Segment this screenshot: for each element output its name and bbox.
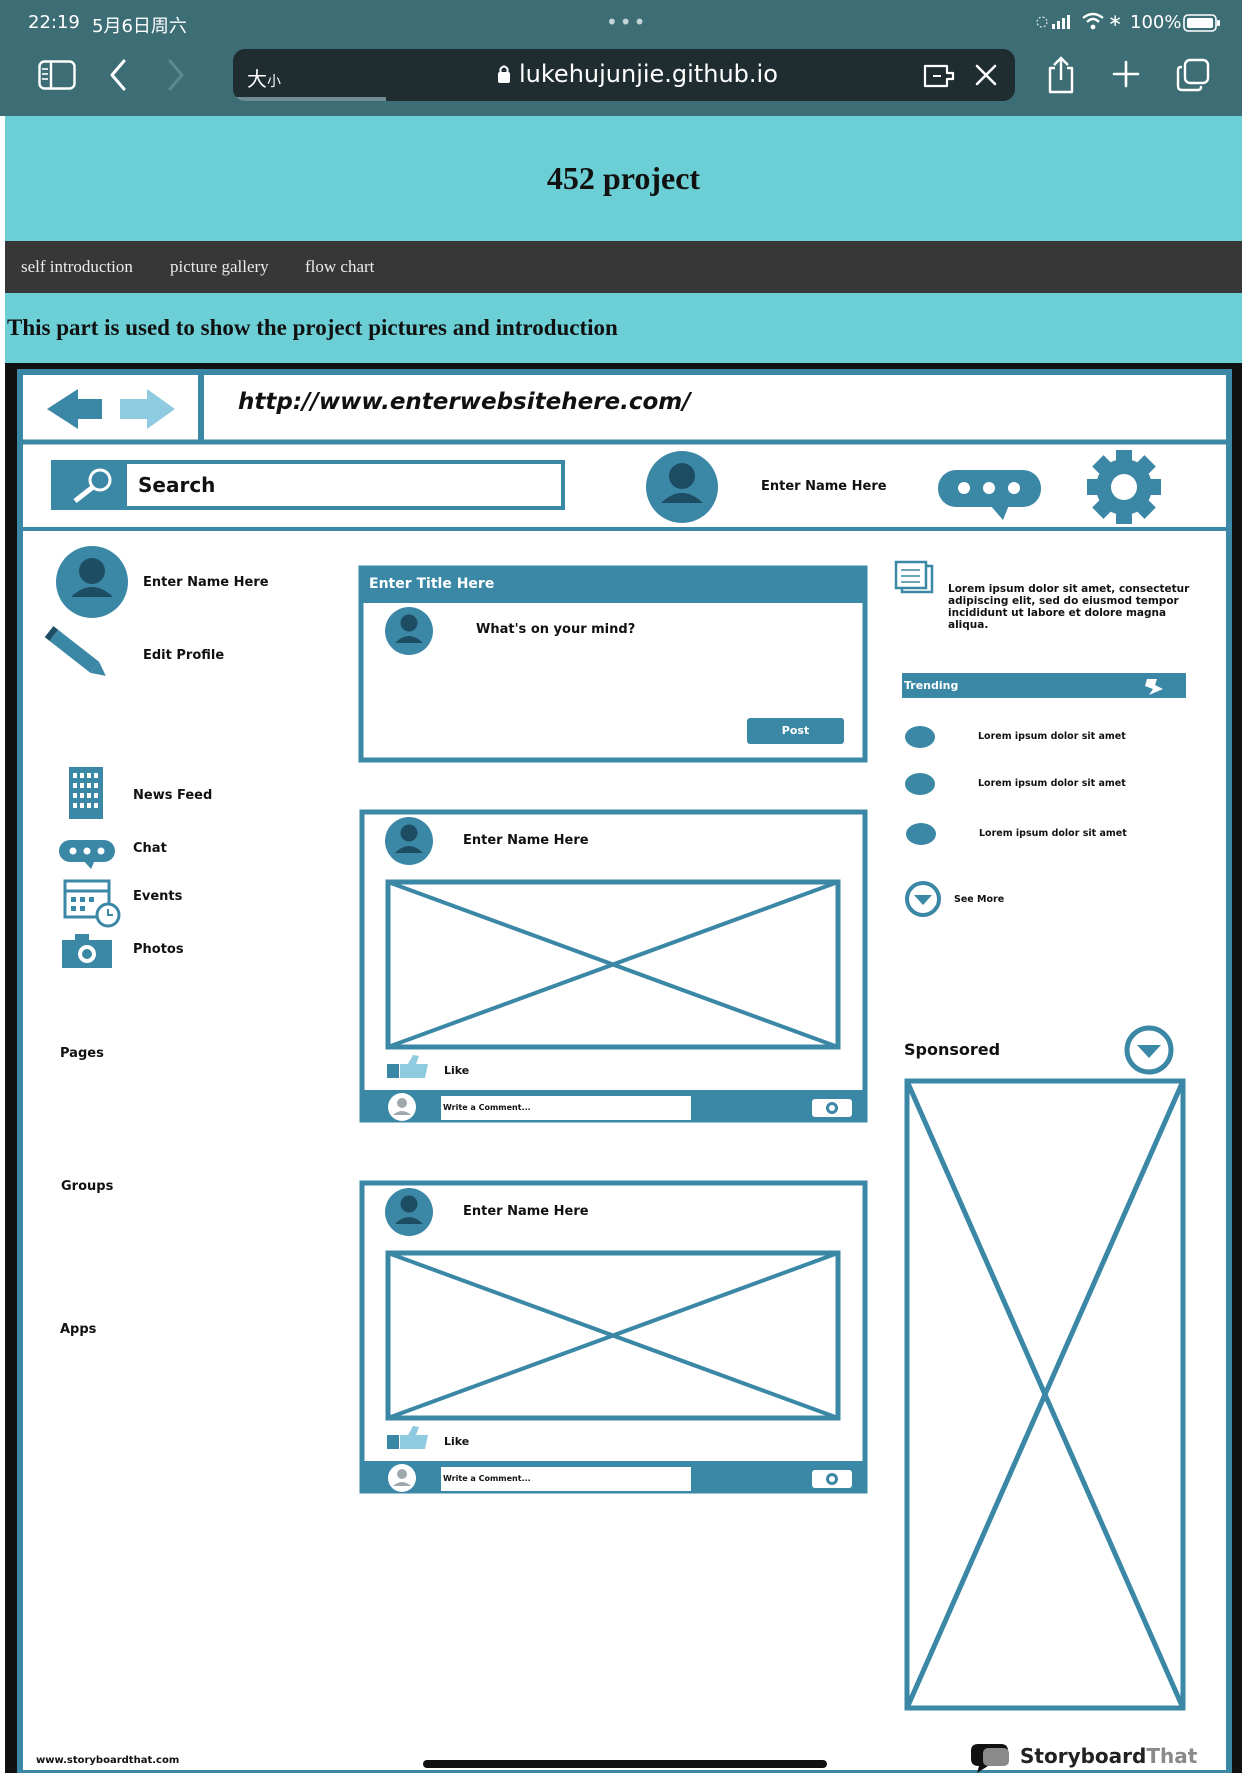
wf-profile-name: Enter Name Here bbox=[143, 575, 269, 590]
wf-section-pages: Pages bbox=[60, 1046, 104, 1061]
address-bar[interactable]: 大小 lukehujunjie.github.io bbox=[233, 49, 1015, 101]
page-title: 452 project bbox=[546, 160, 701, 196]
url-text[interactable]: lukehujunjie.github.io bbox=[519, 60, 778, 88]
logo-storyboard: Storyboard bbox=[1020, 1744, 1147, 1768]
share-icon[interactable] bbox=[1046, 56, 1076, 94]
new-tab-icon[interactable] bbox=[1112, 60, 1140, 88]
storyboardthat-logo: StoryboardThat bbox=[1020, 1744, 1197, 1768]
wf-post1-name: Enter Name Here bbox=[463, 833, 589, 848]
wf-post1-like: Like bbox=[444, 1064, 470, 1077]
wifi-icon bbox=[1082, 12, 1104, 30]
wf-trending-3: Lorem ipsum dolor sit amet bbox=[979, 828, 1127, 839]
wf-trending-1: Lorem ipsum dolor sit amet bbox=[978, 731, 1126, 742]
text-size-button[interactable]: 大小 bbox=[247, 63, 281, 92]
wf-trending-label: Trending bbox=[904, 679, 959, 692]
wf-url: http://www.enterwebsitehere.com/ bbox=[238, 389, 691, 415]
logo-that: That bbox=[1146, 1744, 1198, 1768]
wf-composer-title: Enter Title Here bbox=[369, 576, 495, 592]
wf-section-groups: Groups bbox=[61, 1179, 114, 1194]
battery-icon bbox=[1183, 14, 1221, 32]
wf-search-label: Search bbox=[138, 473, 216, 497]
wf-composer-prompt: What's on your mind? bbox=[476, 622, 636, 637]
status-date: 5月6日周六 bbox=[92, 16, 187, 37]
wireframe-image: http://www.enterwebsitehere.com/ Search … bbox=[5, 363, 1242, 1773]
site-header: 452 project bbox=[5, 116, 1242, 241]
wf-post2-comment: Write a Comment... bbox=[443, 1474, 531, 1483]
battery-percent: 100% bbox=[1130, 12, 1182, 33]
wf-post-button: Post bbox=[781, 724, 810, 737]
back-icon[interactable] bbox=[108, 58, 128, 92]
page-load-progress bbox=[233, 97, 386, 101]
forward-icon[interactable] bbox=[166, 58, 186, 92]
wf-trending-2: Lorem ipsum dolor sit amet bbox=[978, 778, 1126, 789]
wf-see-more: See More bbox=[954, 894, 1005, 905]
bluetooth-icon: ∗ bbox=[1108, 11, 1123, 31]
multitask-dots[interactable]: ••• bbox=[606, 10, 647, 34]
wf-menu-news-feed: News Feed bbox=[133, 788, 213, 803]
text-size-small: 小 bbox=[267, 74, 281, 90]
wf-footer-site: www.storyboardthat.com bbox=[36, 1755, 180, 1766]
wf-menu-photos: Photos bbox=[133, 942, 184, 957]
sidebar-icon[interactable] bbox=[38, 60, 76, 90]
nav-picture-gallery[interactable]: picture gallery bbox=[170, 257, 269, 277]
wf-section-apps: Apps bbox=[60, 1322, 97, 1337]
wf-lorem: Lorem ipsum dolor sit amet, consectetur … bbox=[948, 583, 1190, 631]
nav-self-introduction[interactable]: self introduction bbox=[21, 257, 133, 277]
nav-flow-chart[interactable]: flow chart bbox=[305, 257, 374, 277]
wf-post2-name: Enter Name Here bbox=[463, 1204, 589, 1219]
wf-post1-comment: Write a Comment... bbox=[443, 1103, 531, 1112]
site-nav: self introduction picture gallery flow c… bbox=[5, 241, 1242, 293]
close-icon[interactable] bbox=[975, 64, 997, 86]
intro-text: This part is used to show the project pi… bbox=[7, 315, 618, 340]
wf-menu-chat: Chat bbox=[133, 841, 167, 856]
home-indicator[interactable] bbox=[423, 1760, 827, 1768]
wf-post2-like: Like bbox=[444, 1435, 470, 1448]
lock-icon bbox=[497, 64, 511, 84]
text-size-large: 大 bbox=[247, 67, 267, 91]
intro-banner: This part is used to show the project pi… bbox=[5, 293, 1242, 363]
status-time: 22:19 bbox=[28, 12, 80, 33]
wf-menu-events: Events bbox=[133, 889, 183, 904]
wf-edit-profile: Edit Profile bbox=[143, 648, 225, 663]
extension-icon[interactable] bbox=[923, 63, 955, 89]
wf-sponsored: Sponsored bbox=[904, 1040, 1001, 1059]
browser-chrome: 22:19 5月6日周六 ••• ∗ 100% 大小 lukehujunjie.… bbox=[0, 0, 1242, 116]
wf-header-name: Enter Name Here bbox=[761, 479, 887, 494]
tabs-overview-icon[interactable] bbox=[1176, 58, 1210, 92]
